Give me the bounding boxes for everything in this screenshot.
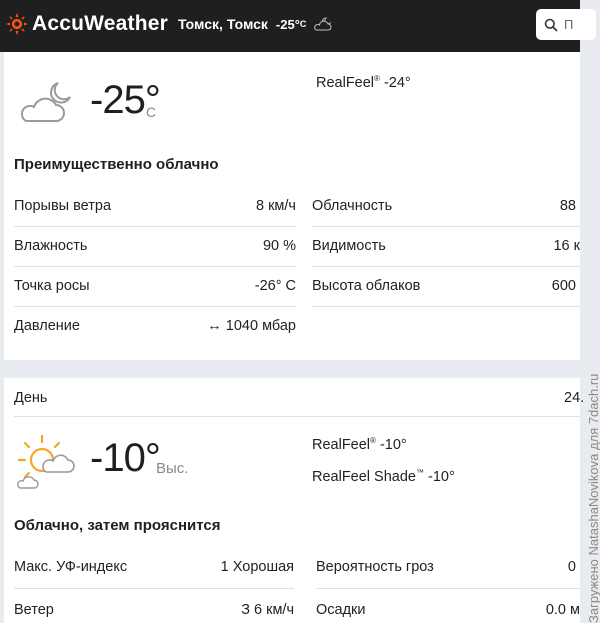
search-icon	[544, 18, 558, 32]
header-temperature: -25°	[275, 16, 300, 32]
detail-label: Облачность	[312, 198, 393, 214]
cloudy-night-icon	[314, 17, 332, 31]
detail-value: 0.0 м	[545, 602, 580, 618]
day-realfeel: RealFeel® -10°	[312, 436, 407, 453]
day-forecast-card: День 24. -10° Выс. RealFeel® -10° RealFe…	[4, 378, 584, 623]
divider	[312, 226, 580, 227]
detail-label: Высота облаков	[312, 278, 421, 294]
top-bar: AccuWeather Томск, Томск -25° C П	[0, 0, 596, 52]
detail-label: Видимость	[312, 238, 386, 254]
realfeel-label: RealFeel	[312, 436, 371, 453]
current-temperature-unit: C	[146, 104, 157, 120]
sun-and-clouds-icon	[17, 434, 75, 489]
day-condition: Облачно, затем прояснится	[14, 517, 221, 534]
detail-value: 1 Хорошая	[220, 559, 294, 575]
detail-value: 8 км/ч	[256, 198, 296, 214]
brand-logo[interactable]: AccuWeather	[6, 12, 168, 36]
realfeel-label: RealFeel	[316, 74, 375, 91]
detail-value: 16 к	[553, 238, 580, 254]
day-title: День	[14, 390, 48, 406]
detail-label: Порывы ветра	[14, 198, 112, 214]
divider	[14, 226, 296, 227]
detail-label: Макс. УФ-индекс	[14, 559, 128, 575]
detail-value: 88	[559, 198, 576, 214]
detail-value: ↔ 1040 мбар	[207, 318, 296, 334]
day-temperature: -10°	[90, 436, 161, 480]
divider	[14, 306, 296, 307]
day-high-label: Выс.	[156, 460, 189, 477]
search-box[interactable]: П	[536, 9, 596, 40]
detail-value: 600	[551, 278, 576, 294]
current-condition: Преимущественно облачно	[14, 156, 219, 173]
watermark: Загружено NatashaNovikova для 7dach.ru	[586, 373, 600, 623]
day-date: 24.	[564, 390, 585, 406]
realfeel-value: -10°	[379, 436, 407, 453]
location-city: Томск,	[178, 16, 223, 32]
detail-label: Вероятность гроз	[316, 559, 434, 575]
current-realfeel: RealFeel® -24°	[316, 74, 411, 91]
current-weather-card: -25° C RealFeel® -24° Преимущественно об…	[4, 52, 580, 360]
detail-value: -26° C	[254, 278, 296, 294]
detail-value: 0	[567, 559, 576, 575]
realfeel-shade-value: -10°	[428, 468, 455, 485]
current-location[interactable]: Томск, Томск -25° C	[178, 16, 334, 32]
detail-label: Давление	[14, 318, 80, 334]
divider	[14, 588, 294, 589]
detail-value: 90 %	[262, 238, 296, 254]
divider	[14, 416, 580, 417]
day-realfeel-shade: RealFeel Shade™ -10°	[312, 468, 455, 485]
detail-label: Точка росы	[14, 278, 90, 294]
divider	[316, 588, 580, 589]
location-region: Томск	[226, 16, 268, 32]
header-temperature-unit: C	[299, 19, 307, 29]
divider	[312, 266, 580, 267]
brand-name: AccuWeather	[32, 12, 169, 35]
realfeel-value: -24°	[383, 74, 411, 91]
detail-label: Осадки	[316, 602, 366, 618]
divider	[312, 306, 580, 307]
detail-label: Влажность	[14, 238, 88, 254]
cloudy-night-icon	[20, 82, 71, 122]
divider	[14, 266, 296, 267]
accuweather-sun-logo-icon	[6, 13, 28, 35]
detail-label: Ветер	[14, 602, 54, 618]
search-placeholder: П	[564, 17, 574, 32]
realfeel-shade-label: RealFeel Shade	[312, 468, 416, 485]
detail-value: З 6 км/ч	[241, 602, 294, 618]
